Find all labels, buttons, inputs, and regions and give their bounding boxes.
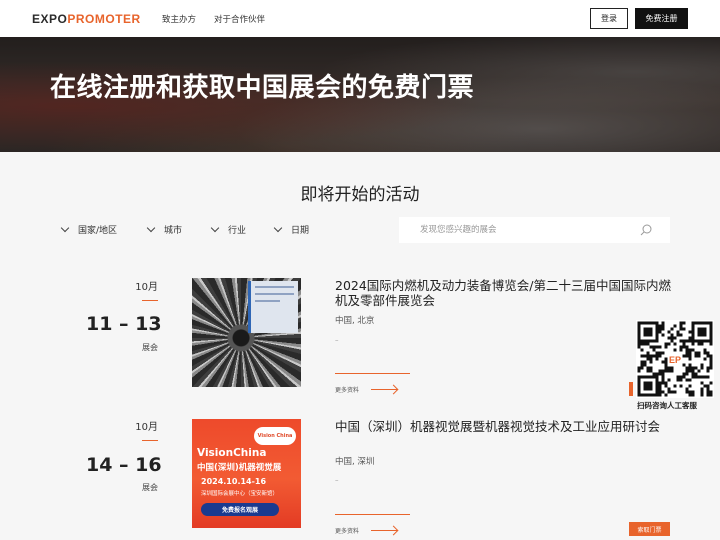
event-type: 展会: [142, 343, 158, 352]
chevron-down-icon: [273, 223, 283, 232]
login-button[interactable]: 登录: [590, 8, 628, 29]
event-location: 中国, 北京: [335, 316, 375, 326]
event-dates: 11 – 13: [86, 313, 162, 335]
top-navigation-bar: EXPOPROMOTER 致主办方 对于合作伙伴 登录 免费注册: [0, 0, 720, 37]
chevron-down-icon: [210, 223, 220, 232]
poster-heading-en: VisionChina: [197, 447, 267, 459]
event-dates: 14 – 16: [86, 454, 162, 476]
logo-text-accent: PROMOTER: [67, 12, 141, 26]
event-underline: [335, 514, 410, 515]
event-underline: [335, 373, 410, 374]
more-info-link[interactable]: 更多资料: [335, 526, 398, 535]
poster-register-button: 免费报名观展: [201, 503, 279, 516]
event-image-turbine[interactable]: [192, 278, 301, 387]
search-box: [399, 217, 670, 243]
more-info-label: 更多资料: [335, 528, 360, 535]
arrow-right-icon: [371, 389, 398, 390]
filter-date-label: 日期: [291, 226, 310, 236]
chevron-down-icon: [146, 223, 156, 232]
free-register-button[interactable]: 免费注册: [635, 8, 688, 29]
poster-badge: Vision China: [254, 427, 296, 445]
poster-heading-cn: 中国(深圳)机器视觉展: [197, 463, 282, 473]
event-type: 展会: [142, 483, 158, 492]
event-location: 中国, 深圳: [335, 457, 375, 467]
search-input[interactable]: [399, 217, 639, 243]
filter-city[interactable]: 城市: [146, 223, 183, 236]
free-ticket-button[interactable]: 索取门票: [629, 522, 670, 536]
upcoming-events-title: 即将开始的活动: [300, 185, 420, 205]
nav-link-organizers[interactable]: 致主办方: [162, 13, 196, 25]
poster-venue: 深圳国际会展中心（宝安新馆）: [201, 491, 279, 497]
qr-side-tab[interactable]: [629, 382, 633, 396]
arrow-right-icon: [371, 530, 398, 531]
event-image-overlay-card: [248, 281, 298, 333]
chevron-down-icon: [60, 223, 70, 232]
filter-country[interactable]: 国家/地区: [60, 223, 118, 236]
event-month: 10月: [135, 422, 158, 433]
more-info-label: 更多资料: [335, 387, 360, 394]
event-month: 10月: [135, 282, 158, 293]
logo-text-main: EXPO: [32, 12, 68, 26]
expopromoter-logo[interactable]: EXPOPROMOTER: [32, 12, 141, 26]
more-info-link[interactable]: 更多资料: [335, 385, 398, 394]
event-description-placeholder: –: [335, 476, 339, 484]
date-divider: [142, 440, 158, 441]
event-description-placeholder: –: [335, 336, 339, 344]
event-image-vision-china[interactable]: Vision China VisionChina 中国(深圳)机器视觉展 202…: [192, 419, 301, 528]
customer-service-qr-code: EP: [636, 320, 714, 398]
filter-industry[interactable]: 行业: [210, 223, 247, 236]
hero-banner: 在线注册和获取中国展会的免费门票: [0, 37, 720, 152]
hero-title: 在线注册和获取中国展会的免费门票: [50, 73, 475, 103]
filter-country-label: 国家/地区: [78, 226, 118, 236]
event-title[interactable]: 中国（深圳）机器视觉展暨机器视觉技术及工业应用研讨会: [335, 419, 675, 434]
search-icon[interactable]: [640, 224, 652, 236]
filter-date[interactable]: 日期: [273, 223, 310, 236]
poster-date: 2024.10.14-16: [201, 477, 267, 486]
filter-industry-label: 行业: [228, 226, 247, 236]
qr-label: 扫码咨询人工客服: [637, 401, 697, 410]
date-divider: [142, 300, 158, 301]
event-title[interactable]: 2024国际内燃机及动力装备博览会/第二十三届中国国际内燃机及零部件展览会: [335, 278, 675, 308]
nav-link-partners[interactable]: 对于合作伙伴: [214, 13, 265, 25]
qr-brand-mark: EP: [669, 355, 681, 365]
qr-code-icon: EP: [637, 321, 713, 397]
filter-city-label: 城市: [164, 226, 183, 236]
